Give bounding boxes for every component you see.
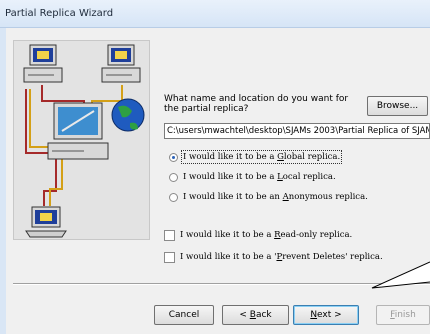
wizard-window: Partial Replica Wizard What name and loc…: [0, 0, 430, 334]
callout-arrow: [371, 261, 430, 289]
